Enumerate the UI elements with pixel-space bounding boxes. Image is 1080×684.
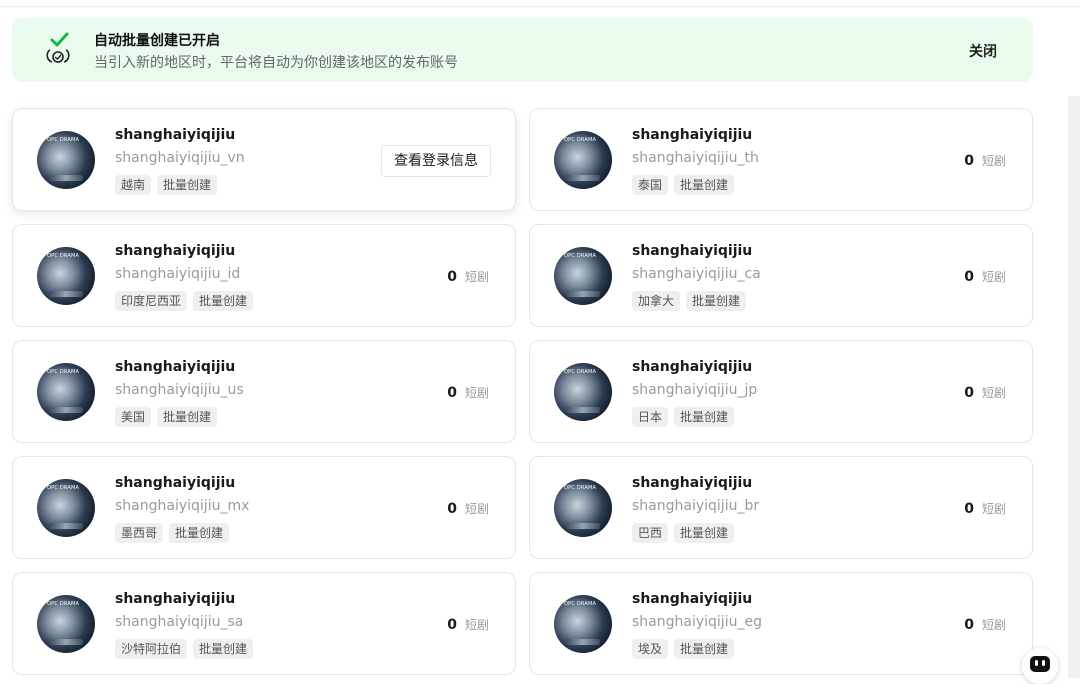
- check-handshake-icon: [46, 32, 70, 63]
- drama-count-value: 0: [964, 617, 974, 633]
- account-card-jp[interactable]: OPC DRAMA shanghaiyiqijiu shanghaiyiqiji…: [529, 340, 1033, 443]
- drama-count: 0 短剧: [964, 268, 1006, 285]
- account-handle: shanghaiyiqijiu_br: [632, 498, 760, 514]
- account-handle: shanghaiyiqijiu_us: [115, 382, 244, 398]
- region-tag: 日本: [632, 407, 669, 427]
- account-card-eg[interactable]: OPC DRAMA shanghaiyiqijiu shanghaiyiqiji…: [529, 572, 1033, 675]
- account-name: shanghaiyiqijiu: [115, 591, 236, 607]
- account-card-us[interactable]: OPC DRAMA shanghaiyiqijiu shanghaiyiqiji…: [12, 340, 516, 443]
- drama-count-value: 0: [447, 269, 457, 285]
- region-tag: 越南: [115, 175, 152, 195]
- drama-count-unit: 短剧: [464, 270, 489, 284]
- account-handle: shanghaiyiqijiu_vn: [115, 150, 245, 166]
- drama-count-unit: 短剧: [981, 270, 1006, 284]
- account-name: shanghaiyiqijiu: [632, 475, 753, 491]
- batch-tag: 批量创建: [169, 523, 230, 543]
- drama-count: 0 短剧: [447, 268, 489, 285]
- region-tag: 印度尼西亚: [115, 291, 188, 311]
- drama-count: 0 短剧: [964, 384, 1006, 401]
- region-tag: 埃及: [632, 639, 669, 659]
- drama-count-unit: 短剧: [464, 386, 489, 400]
- batch-tag: 批量创建: [674, 523, 735, 543]
- drama-count-unit: 短剧: [981, 154, 1006, 168]
- region-tag: 加拿大: [632, 291, 681, 311]
- drama-count: 0 短剧: [964, 152, 1006, 169]
- drama-count: 0 短剧: [964, 500, 1006, 517]
- top-divider: [0, 0, 1080, 7]
- drama-count-value: 0: [447, 501, 457, 517]
- account-handle: shanghaiyiqijiu_sa: [115, 614, 244, 630]
- batch-tag: 批量创建: [193, 639, 254, 659]
- drama-count-value: 0: [964, 269, 974, 285]
- account-avatar: OPC DRAMA: [554, 363, 612, 421]
- drama-count-unit: 短剧: [464, 618, 489, 632]
- account-avatar: OPC DRAMA: [554, 131, 612, 189]
- account-avatar: OPC DRAMA: [554, 595, 612, 653]
- account-card-th[interactable]: OPC DRAMA shanghaiyiqijiu shanghaiyiqiji…: [529, 108, 1033, 211]
- batch-tag: 批量创建: [674, 639, 735, 659]
- drama-count-unit: 短剧: [981, 618, 1006, 632]
- view-login-info-button[interactable]: 查看登录信息: [381, 145, 491, 177]
- drama-count-unit: 短剧: [464, 502, 489, 516]
- account-avatar: OPC DRAMA: [37, 247, 95, 305]
- account-name: shanghaiyiqijiu: [632, 359, 753, 375]
- batch-tag: 批量创建: [674, 175, 735, 195]
- drama-count: 0 短剧: [964, 616, 1006, 633]
- account-name: shanghaiyiqijiu: [632, 591, 753, 607]
- region-tag: 泰国: [632, 175, 669, 195]
- account-avatar: OPC DRAMA: [554, 479, 612, 537]
- drama-count: 0 短剧: [447, 616, 489, 633]
- account-handle: shanghaiyiqijiu_th: [632, 150, 759, 166]
- banner-close-button[interactable]: 关闭: [969, 41, 997, 61]
- drama-count: 0 短剧: [447, 500, 489, 517]
- drama-count-value: 0: [964, 153, 974, 169]
- drama-count-value: 0: [447, 385, 457, 401]
- account-handle: shanghaiyiqijiu_ca: [632, 266, 761, 282]
- region-tag: 沙特阿拉伯: [115, 639, 188, 659]
- batch-tag: 批量创建: [686, 291, 747, 311]
- account-handle: shanghaiyiqijiu_id: [115, 266, 241, 282]
- drama-count-value: 0: [964, 385, 974, 401]
- drama-count-value: 0: [964, 501, 974, 517]
- banner-description: 当引入新的地区时，平台将自动为你创建该地区的发布账号: [94, 55, 458, 71]
- account-card-sa[interactable]: OPC DRAMA shanghaiyiqijiu shanghaiyiqiji…: [12, 572, 516, 675]
- drama-count-unit: 短剧: [981, 502, 1006, 516]
- drama-count-unit: 短剧: [981, 386, 1006, 400]
- batch-tag: 批量创建: [193, 291, 254, 311]
- account-avatar: OPC DRAMA: [37, 595, 95, 653]
- batch-tag: 批量创建: [674, 407, 735, 427]
- account-card-vn[interactable]: OPC DRAMA shanghaiyiqijiu shanghaiyiqiji…: [12, 108, 516, 211]
- account-handle: shanghaiyiqijiu_jp: [632, 382, 758, 398]
- account-name: shanghaiyiqijiu: [115, 243, 236, 259]
- account-card-ca[interactable]: OPC DRAMA shanghaiyiqijiu shanghaiyiqiji…: [529, 224, 1033, 327]
- account-card-mx[interactable]: OPC DRAMA shanghaiyiqijiu shanghaiyiqiji…: [12, 456, 516, 559]
- page-scrollbar[interactable]: [1068, 96, 1080, 678]
- account-name: shanghaiyiqijiu: [115, 127, 236, 143]
- account-name: shanghaiyiqijiu: [632, 127, 753, 143]
- account-avatar: OPC DRAMA: [37, 363, 95, 421]
- account-handle: shanghaiyiqijiu_eg: [632, 614, 762, 630]
- account-name: shanghaiyiqijiu: [115, 359, 236, 375]
- region-tag: 美国: [115, 407, 152, 427]
- region-tag: 巴西: [632, 523, 669, 543]
- account-avatar: OPC DRAMA: [554, 247, 612, 305]
- account-avatar: OPC DRAMA: [37, 479, 95, 537]
- account-avatar: OPC DRAMA: [37, 131, 95, 189]
- account-name: shanghaiyiqijiu: [632, 243, 753, 259]
- account-card-br[interactable]: OPC DRAMA shanghaiyiqijiu shanghaiyiqiji…: [529, 456, 1033, 559]
- drama-count: 0 短剧: [447, 384, 489, 401]
- account-name: shanghaiyiqijiu: [115, 475, 236, 491]
- auto-create-banner: 自动批量创建已开启 当引入新的地区时，平台将自动为你创建该地区的发布账号 关闭: [12, 18, 1033, 82]
- batch-tag: 批量创建: [157, 175, 218, 195]
- banner-title: 自动批量创建已开启: [94, 33, 220, 49]
- region-tag: 墨西哥: [115, 523, 164, 543]
- batch-tag: 批量创建: [157, 407, 218, 427]
- drama-count-value: 0: [447, 617, 457, 633]
- account-handle: shanghaiyiqijiu_mx: [115, 498, 250, 514]
- account-card-id[interactable]: OPC DRAMA shanghaiyiqijiu shanghaiyiqiji…: [12, 224, 516, 327]
- assistant-bot-icon[interactable]: [1022, 648, 1058, 684]
